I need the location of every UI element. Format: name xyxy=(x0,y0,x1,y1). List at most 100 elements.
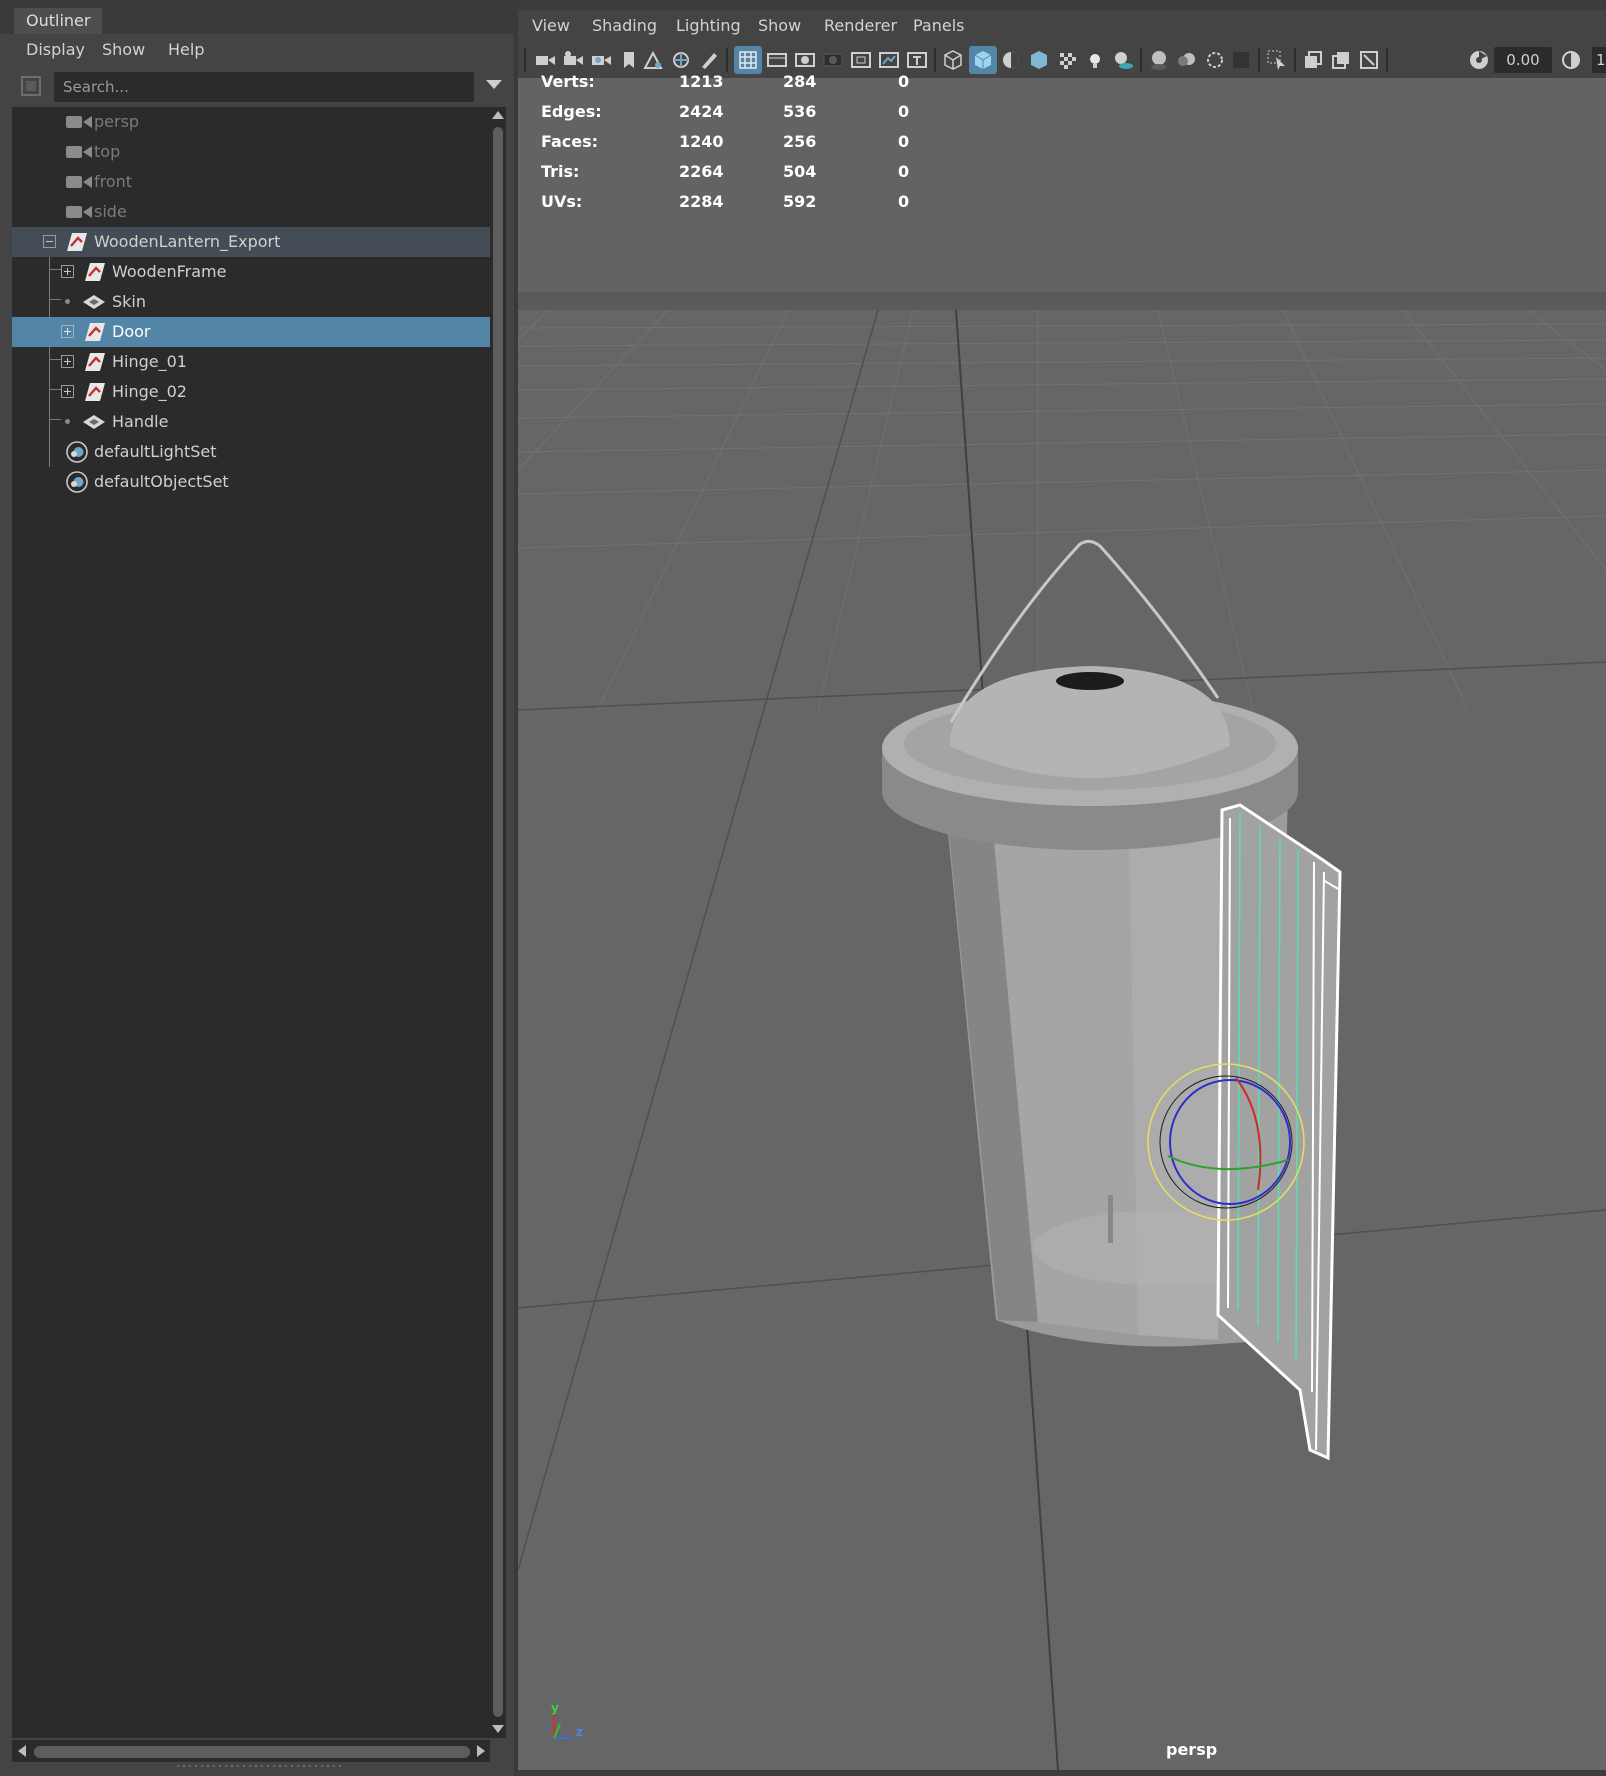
menu-lighting[interactable]: Lighting xyxy=(676,16,741,35)
isolate-select-icon[interactable] xyxy=(1266,49,1288,71)
hud-value: 0 xyxy=(898,132,910,151)
expand-icon[interactable] xyxy=(61,325,74,338)
expand-icon[interactable] xyxy=(61,385,74,398)
gate-mask-icon[interactable] xyxy=(822,49,844,71)
expand-icon[interactable] xyxy=(61,265,74,278)
scroll-up-arrow-icon[interactable] xyxy=(492,111,504,119)
select-camera-icon[interactable] xyxy=(534,49,556,71)
hud-value: 504 xyxy=(783,162,817,181)
smooth-shade-icon[interactable] xyxy=(972,49,994,71)
tree-row-front[interactable]: front xyxy=(12,167,490,197)
hud-label-tris: Tris: xyxy=(541,162,580,181)
safe-action-icon[interactable] xyxy=(878,49,900,71)
menu-panels[interactable]: Panels xyxy=(913,16,965,35)
mesh-icon xyxy=(83,415,105,429)
collapse-icon[interactable] xyxy=(43,235,56,248)
toolbar-separator xyxy=(1258,48,1260,72)
horizontal-scrollbar[interactable] xyxy=(12,1740,490,1762)
image-plane-icon[interactable] xyxy=(642,49,664,71)
grid-icon[interactable] xyxy=(737,49,759,71)
menu-display[interactable]: Display xyxy=(26,40,85,59)
hud-value: 592 xyxy=(783,192,817,211)
hud-label-edges: Edges: xyxy=(541,102,602,121)
tree-row-door[interactable]: Door xyxy=(12,317,490,347)
viewport-scene[interactable] xyxy=(518,10,1606,1770)
wireframe-icon[interactable] xyxy=(942,49,964,71)
resolution-gate-icon[interactable] xyxy=(794,49,816,71)
tree-row-label: Hinge_02 xyxy=(112,382,187,401)
tree-row-label: WoodenFrame xyxy=(112,262,227,281)
bookmarks-icon[interactable] xyxy=(618,49,640,71)
xray-joints-icon[interactable] xyxy=(1330,49,1352,71)
gamma-icon[interactable] xyxy=(1560,49,1582,71)
outliner-tree: persp top front side WoodenLantern_Expor… xyxy=(12,107,490,1738)
shadows-icon[interactable] xyxy=(1112,49,1134,71)
tree-row-side[interactable]: side xyxy=(12,197,490,227)
tree-row-defaultobjectset[interactable]: defaultObjectSet xyxy=(12,467,490,497)
exposure-value-field[interactable]: 0.00 xyxy=(1494,47,1552,73)
xray-components-icon[interactable] xyxy=(1358,49,1380,71)
film-gate-icon[interactable] xyxy=(766,49,788,71)
tree-row-defaultlightset[interactable]: defaultLightSet xyxy=(12,437,490,467)
menu-help[interactable]: Help xyxy=(168,40,204,59)
tree-row-woodenframe[interactable]: WoodenFrame xyxy=(12,257,490,287)
tree-row-hinge-01[interactable]: Hinge_01 xyxy=(12,347,490,377)
grease-pencil-icon[interactable] xyxy=(698,49,720,71)
object-set-icon xyxy=(66,471,88,493)
vertical-scroll-thumb[interactable] xyxy=(493,127,503,1717)
motion-blur-icon[interactable] xyxy=(1176,49,1198,71)
menu-view[interactable]: View xyxy=(532,16,570,35)
expand-icon[interactable] xyxy=(61,355,74,368)
tree-row-hinge-02[interactable]: Hinge_02 xyxy=(12,377,490,407)
field-chart-icon[interactable] xyxy=(850,49,872,71)
tree-row-top[interactable]: top xyxy=(12,137,490,167)
tree-row-label: top xyxy=(94,142,121,161)
menu-shading[interactable]: Shading xyxy=(592,16,657,35)
outliner-tab[interactable]: Outliner xyxy=(14,8,102,34)
filter-icon[interactable] xyxy=(20,75,42,97)
camera-attributes-icon[interactable] xyxy=(562,49,584,71)
panel-resize-grip[interactable] xyxy=(175,1764,343,1768)
hud-value: 0 xyxy=(898,102,910,121)
tree-row-label: Door xyxy=(112,322,151,341)
exposure-icon[interactable] xyxy=(1468,49,1490,71)
tree-row-handle[interactable]: Handle xyxy=(12,407,490,437)
tree-row-label: Skin xyxy=(112,292,147,311)
toolbar-separator xyxy=(524,48,526,72)
checker-texture-icon[interactable] xyxy=(1056,49,1078,71)
xray-icon[interactable] xyxy=(1302,49,1324,71)
object-set-icon xyxy=(66,441,88,463)
screen-space-ao-icon[interactable] xyxy=(1148,49,1170,71)
two-d-pan-zoom-icon[interactable] xyxy=(670,49,692,71)
camera-icon xyxy=(66,206,92,218)
search-options-dropdown-icon[interactable] xyxy=(486,80,502,89)
tree-row-woodenlantern-export[interactable]: WoodenLantern_Export xyxy=(12,227,490,257)
tree-row-label: Handle xyxy=(112,412,169,431)
viewport-panel[interactable]: View Shading Lighting Show Renderer Pane… xyxy=(518,10,1606,1770)
tree-row-persp[interactable]: persp xyxy=(12,107,490,137)
outliner-tab-bar: Outliner xyxy=(0,0,514,34)
tree-row-skin[interactable]: Skin xyxy=(12,287,490,317)
default-material-icon[interactable] xyxy=(1000,49,1022,71)
safe-title-icon[interactable] xyxy=(906,49,928,71)
menu-renderer[interactable]: Renderer xyxy=(824,16,897,35)
axis-label-z: z xyxy=(576,1725,583,1739)
horizontal-scroll-thumb[interactable] xyxy=(34,1746,470,1758)
menu-show[interactable]: Show xyxy=(758,16,801,35)
scroll-right-arrow-icon[interactable] xyxy=(477,1745,485,1757)
use-lights-icon[interactable] xyxy=(1084,49,1106,71)
depth-of-field-icon[interactable] xyxy=(1230,49,1252,71)
gamma-value-field[interactable]: 1 xyxy=(1592,47,1606,73)
vertical-scrollbar[interactable] xyxy=(490,107,506,1738)
menu-show[interactable]: Show xyxy=(102,40,145,59)
camera-tools-icon[interactable] xyxy=(590,49,612,71)
leaf-dot xyxy=(65,419,70,424)
hud-value: 0 xyxy=(898,72,910,91)
scroll-left-arrow-icon[interactable] xyxy=(18,1745,26,1757)
scroll-down-arrow-icon[interactable] xyxy=(492,1725,504,1733)
hud-value: 1240 xyxy=(679,132,724,151)
textured-icon[interactable] xyxy=(1028,49,1050,71)
search-input[interactable] xyxy=(54,72,474,102)
toolbar-separator xyxy=(1386,48,1388,72)
anti-aliasing-icon[interactable] xyxy=(1204,49,1226,71)
